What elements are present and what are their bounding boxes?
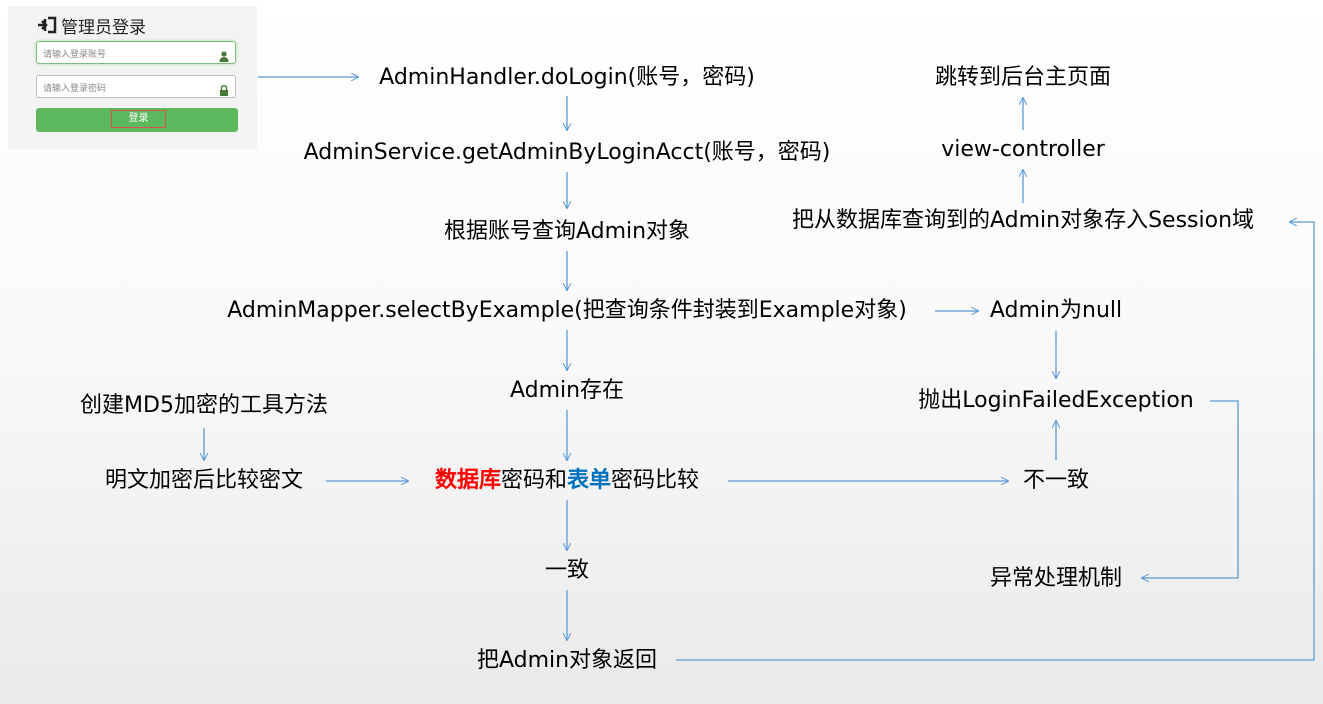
compare-text-1: 密码和: [500, 468, 567, 493]
node-create-md5: 创建MD5加密的工具方法: [80, 393, 328, 418]
node-exception-handling: 异常处理机制: [989, 566, 1123, 591]
node-select-by-example: AdminMapper.selectByExample(把查询条件封装到Exam…: [227, 298, 907, 323]
node-return-admin: 把Admin对象返回: [476, 648, 658, 673]
flow-arrows: [0, 0, 1315, 661]
node-store-session: 把从数据库查询到的Admin对象存入Session域: [791, 208, 1255, 233]
node-query-admin: 根据账号查询Admin对象: [443, 219, 691, 244]
compare-text-2: 密码比较: [611, 468, 700, 493]
node-throw-exception: 抛出LoginFailedException: [918, 388, 1194, 413]
node-admin-null: Admin为null: [989, 298, 1123, 323]
node-mismatch: 不一致: [1022, 468, 1090, 493]
arrow-return-to-session: [676, 222, 1315, 661]
node-match: 一致: [544, 558, 590, 583]
form-highlight: 表单: [567, 468, 612, 493]
node-encrypt-compare: 明文加密后比较密文: [104, 468, 304, 493]
database-highlight: 数据库: [434, 468, 501, 493]
node-get-admin: AdminService.getAdminByLoginAcct(账号，密码): [303, 140, 831, 165]
node-jump-main: 跳转到后台主页面: [934, 65, 1112, 90]
arrow-exception-to-handling: [1142, 400, 1239, 578]
node-admin-exists: Admin存在: [509, 378, 625, 403]
node-compare: 数据库密码和表单密码比较: [435, 467, 699, 495]
node-view-controller: view-controller: [941, 137, 1105, 162]
node-do-login: AdminHandler.doLogin(账号，密码): [379, 65, 755, 90]
